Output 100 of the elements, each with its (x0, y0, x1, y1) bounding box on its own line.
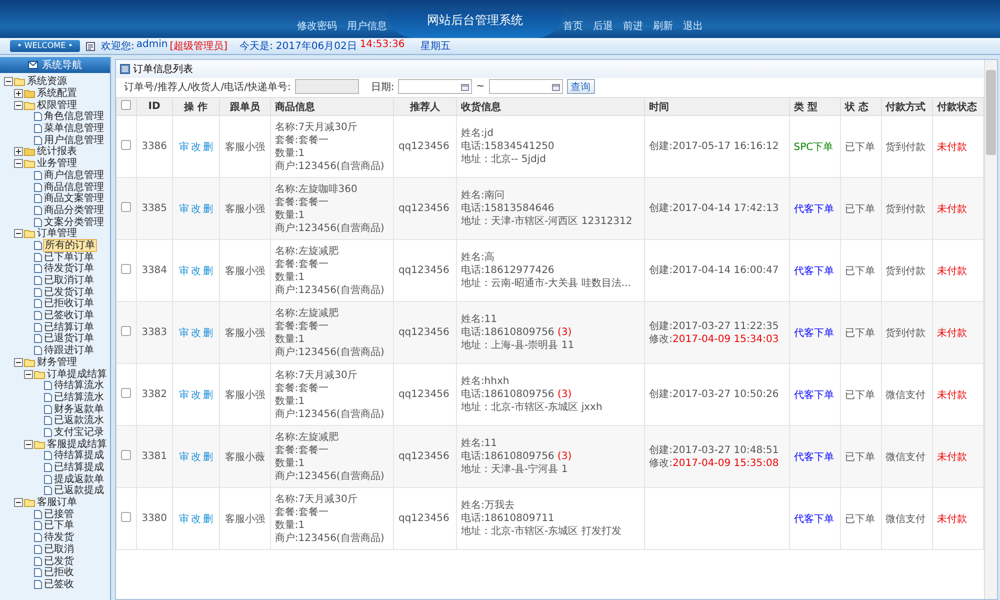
tree-item[interactable]: 已下单订单 (43, 252, 95, 263)
order-type: 代客下单 (794, 452, 834, 462)
collapse-toggle[interactable] (14, 100, 23, 110)
tree-folder[interactable]: 财务管理 (36, 356, 78, 368)
product-line: 数量:1 (274, 456, 306, 470)
referrer-name: qq123456 (398, 141, 450, 152)
tree-folder[interactable]: 统计报表 (36, 146, 78, 158)
tree-item[interactable]: 已拒收 (43, 567, 75, 578)
tree-folder[interactable]: 客服订单 (36, 497, 78, 508)
tree-item[interactable]: 用户信息管理 (43, 134, 105, 146)
select-all-checkbox[interactable] (121, 100, 132, 110)
tree-item[interactable]: 已发货订单 (43, 286, 95, 298)
action-link[interactable]: 改 (190, 390, 201, 400)
date-field[interactable] (488, 79, 563, 94)
column-header: 时间 (644, 98, 790, 116)
row-checkbox[interactable] (121, 202, 132, 212)
receiver-address: 地址：天津-县-宁河县 1 (460, 463, 569, 476)
receiver-name: 姓名:南问 (460, 189, 506, 202)
collapse-toggle[interactable] (14, 159, 23, 168)
order-status: 已下单 (844, 328, 875, 338)
collapse-toggle[interactable] (4, 77, 13, 86)
tree-item[interactable]: 商户信息管理 (43, 170, 105, 181)
tree-folder[interactable]: 系统资源 (26, 76, 68, 88)
action-link[interactable]: 改 (190, 514, 201, 524)
row-checkbox[interactable] (121, 264, 132, 274)
tree-item[interactable]: 已签收订单 (43, 310, 95, 322)
row-checkbox[interactable] (121, 140, 132, 150)
tree-item[interactable]: 已签收 (43, 578, 75, 590)
tree-item[interactable]: 已取消 (43, 544, 75, 555)
tree-item[interactable]: 商品分类管理 (43, 204, 105, 216)
action-link[interactable]: 改 (190, 266, 201, 276)
expand-toggle[interactable] (14, 147, 23, 156)
tree-item[interactable]: 已取消订单 (43, 275, 95, 286)
action-link[interactable]: 审 (178, 142, 189, 152)
search-button[interactable]: 查询 (566, 79, 595, 94)
search-field[interactable] (294, 79, 359, 94)
tree-item[interactable]: 菜单信息管理 (43, 123, 105, 134)
action-link[interactable]: 改 (190, 142, 201, 152)
row-checkbox[interactable] (121, 512, 132, 522)
tree-item[interactable]: 已接管 (43, 508, 75, 520)
tree-item[interactable]: 已结算流水 (53, 392, 105, 403)
receiver-phone: 电话:18610809756 (460, 327, 554, 338)
collapse-toggle[interactable] (14, 358, 23, 367)
row-checkbox[interactable] (121, 388, 132, 398)
row-checkbox[interactable] (121, 326, 132, 336)
action-link[interactable]: 审 (178, 514, 189, 524)
collapse-toggle[interactable] (24, 370, 33, 379)
action-link[interactable]: 删 (202, 142, 213, 152)
tree-item[interactable]: 待结算流水 (53, 380, 105, 392)
tree-item[interactable]: 财务返款单 (53, 404, 105, 415)
tree-item[interactable]: 待发货 (43, 532, 75, 544)
tree-item[interactable]: 已返款流水 (53, 415, 105, 426)
product-line: 套餐:套餐一 (274, 506, 330, 518)
action-link[interactable]: 删 (202, 266, 213, 276)
tree-item[interactable]: 待结算提成 (53, 450, 105, 462)
scrollbar[interactable] (984, 60, 997, 599)
tree-item[interactable]: 待发货订单 (43, 263, 95, 274)
nav-link[interactable]: 刷新 (653, 19, 673, 33)
panel-title: 订单信息列表 (133, 62, 193, 76)
tree-item[interactable]: 已结算订单 (43, 322, 95, 333)
tree-item[interactable]: 支付宝记录 (53, 426, 105, 438)
tree-item[interactable]: 商品文案管理 (43, 193, 105, 204)
tree-item[interactable]: 已退货订单 (43, 333, 95, 344)
nav-link[interactable]: 首页 (563, 19, 583, 33)
collapse-toggle[interactable] (24, 440, 33, 449)
tree-folder[interactable]: 权限管理 (36, 100, 78, 111)
tree-folder[interactable]: 订单提成结算 (46, 368, 108, 380)
action-link[interactable]: 审 (178, 390, 189, 400)
row-checkbox[interactable] (121, 450, 132, 460)
tree-item[interactable]: 提成返款单 (53, 474, 105, 485)
expand-toggle[interactable] (14, 89, 23, 98)
tree-folder[interactable]: 客服提成结算 (46, 438, 108, 450)
action-link[interactable]: 审 (178, 266, 189, 276)
product-line: 商户:123456(自营商品) (274, 408, 386, 420)
tree-folder[interactable]: 订单管理 (36, 228, 78, 240)
collapse-toggle[interactable] (14, 498, 23, 508)
tree-item[interactable]: 所有的订单 (43, 238, 97, 252)
action-link[interactable]: 删 (202, 390, 213, 400)
nav-link[interactable]: 后退 (593, 19, 613, 33)
tree-item[interactable]: 已发货 (43, 556, 75, 567)
tree-item[interactable]: 文案分类管理 (43, 216, 105, 228)
nav-link[interactable]: 用户信息 (347, 19, 387, 33)
collapse-toggle[interactable] (14, 229, 23, 238)
receiver-name: 姓名:高 (460, 251, 496, 264)
nav-link[interactable]: 修改密码 (297, 19, 337, 33)
tree-folder[interactable]: 系统配置 (36, 88, 78, 100)
nav-link[interactable]: 前进 (623, 19, 643, 33)
tree-item[interactable]: 待跟进订单 (43, 345, 95, 356)
tree-item[interactable]: 已下单 (43, 520, 75, 532)
tree-item[interactable]: 已结算提成 (53, 462, 105, 474)
tree-folder[interactable]: 业务管理 (36, 158, 78, 170)
nav-link[interactable]: 退出 (683, 19, 703, 33)
tree-item[interactable]: 角色信息管理 (43, 111, 105, 122)
product-line: 套餐:套餐一 (274, 258, 330, 270)
tree-item[interactable]: 商品信息管理 (43, 182, 105, 193)
action-link[interactable]: 删 (202, 514, 213, 524)
date-field[interactable] (398, 79, 472, 94)
tree-item[interactable]: 已拒收订单 (43, 298, 95, 310)
tree-item[interactable]: 已返款提成 (53, 485, 105, 496)
product-line: 名称:左旋减肥 (274, 244, 340, 258)
